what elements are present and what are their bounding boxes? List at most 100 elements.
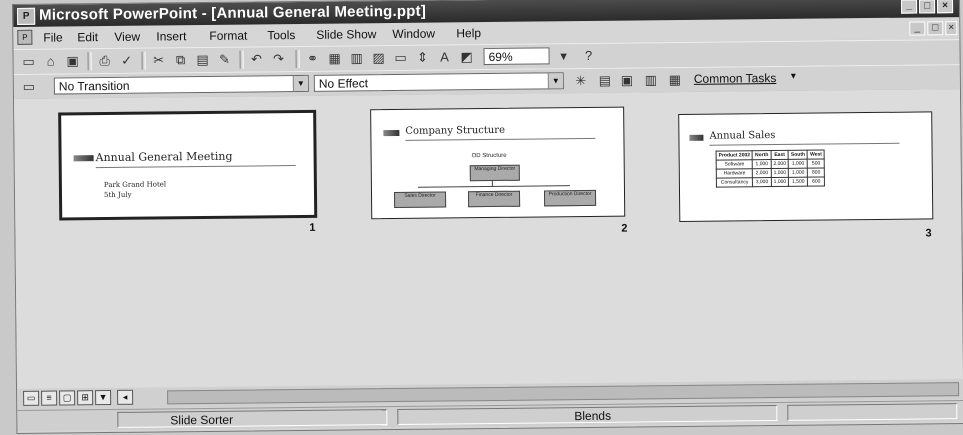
summary-slide-icon[interactable]: ▤ — [596, 72, 614, 89]
table-cell: Product 2002 — [716, 150, 753, 161]
sales-table: Product 2002 North East South West Softw… — [716, 149, 826, 188]
expand-all-icon[interactable]: ⇕ — [413, 49, 431, 66]
table-cell: 500 — [807, 159, 825, 169]
slide-1-line-2: 5th July — [103, 190, 132, 200]
title-rule — [405, 137, 596, 141]
common-tasks-button[interactable]: Common Tasks — [694, 71, 777, 86]
normal-view-icon[interactable]: ▭ — [23, 390, 40, 406]
minimize-icon[interactable]: _ — [901, 0, 918, 14]
hide-slide-icon[interactable]: ▥ — [642, 71, 660, 88]
menu-slide-show[interactable]: Slide Show — [316, 27, 376, 42]
table-cell: Consultancy — [716, 177, 753, 188]
org-connector — [417, 185, 570, 188]
copy-icon[interactable]: ⧉ — [172, 51, 190, 68]
undo-icon[interactable]: ↶ — [248, 50, 266, 67]
slide-1-title: Annual General Meeting — [95, 149, 233, 165]
table-cell: 1,000 — [771, 168, 789, 178]
table-cell: 3,000 — [752, 177, 772, 187]
table-cell: South — [788, 150, 808, 160]
menu-file[interactable]: File — [43, 30, 62, 44]
show-formatting-icon[interactable]: A — [435, 48, 453, 65]
doc-minimize-icon[interactable]: _ — [909, 21, 926, 36]
slide-3-thumbnail[interactable]: Annual Sales Product 2002 North East Sou… — [678, 111, 934, 223]
hyperlink-icon[interactable]: ⚭ — [303, 50, 321, 67]
chevron-down-icon[interactable]: ▾ — [791, 71, 796, 82]
new-slide-icon[interactable]: ▭ — [391, 49, 409, 66]
slide-view-icon[interactable]: ▢ — [59, 390, 76, 406]
toolbar-separator — [87, 52, 92, 71]
slide-1-thumbnail[interactable]: Annual General Meeting Park Grand Hotel … — [58, 109, 318, 221]
table-cell: 600 — [807, 176, 825, 187]
transition-value: No Transition — [58, 78, 130, 94]
redo-icon[interactable]: ↷ — [269, 50, 287, 67]
table-cell: 2,000 — [752, 168, 772, 178]
slide-1-number: 1 — [309, 221, 316, 234]
document-icon[interactable]: P — [17, 29, 33, 45]
table-cell: 1,500 — [788, 177, 808, 187]
cut-icon[interactable]: ✂ — [150, 51, 168, 68]
help-icon[interactable]: ? — [579, 47, 597, 64]
insert-table-icon[interactable]: ▥ — [347, 49, 365, 66]
tables-borders-icon[interactable]: ▦ — [325, 50, 343, 67]
toolbar-separator — [239, 50, 244, 69]
new-icon[interactable]: ▭ — [20, 53, 38, 70]
table-cell: 1,000 — [771, 177, 789, 187]
chevron-down-icon[interactable]: ▼ — [547, 73, 563, 89]
zoom-value: 69% — [488, 49, 513, 65]
menu-window[interactable]: Window — [392, 27, 435, 41]
table-cell: Hardware — [716, 168, 753, 179]
slide-transition-icon[interactable]: ▭ — [20, 78, 38, 95]
title-bullet-graphic — [73, 155, 94, 162]
scroll-left-icon[interactable]: ◂ — [117, 389, 134, 405]
spelling-icon[interactable]: ✓ — [118, 52, 136, 69]
paste-icon[interactable]: ▤ — [194, 51, 212, 68]
slide-2-thumbnail[interactable]: Company Structure OD Structure Managing … — [370, 106, 626, 220]
insert-chart-icon[interactable]: ▨ — [369, 49, 387, 66]
status-design-panel: Blends — [397, 405, 778, 425]
grayscale-icon[interactable]: ◩ — [457, 48, 475, 65]
slide-show-icon[interactable]: ▼ — [95, 389, 112, 406]
table-cell: West — [807, 150, 825, 160]
menu-format[interactable]: Format — [209, 29, 247, 43]
table-cell: North — [752, 150, 771, 160]
doc-close-icon[interactable]: × — [945, 21, 958, 36]
close-icon[interactable]: × — [937, 0, 954, 14]
window-title: Microsoft PowerPoint - [Annual General M… — [39, 2, 427, 24]
menu-view[interactable]: View — [114, 30, 140, 44]
rehearse-timings-icon[interactable]: ▦ — [666, 71, 684, 88]
transition-dropdown[interactable]: No Transition ▼ — [53, 74, 309, 95]
powerpoint-icon[interactable]: P — [17, 7, 36, 25]
application-window: P Microsoft PowerPoint - [Annual General… — [12, 0, 963, 434]
chevron-down-icon[interactable]: ▾ — [554, 47, 572, 64]
title-rule — [709, 142, 900, 146]
menu-insert[interactable]: Insert — [156, 29, 186, 43]
menu-tools[interactable]: Tools — [267, 28, 295, 42]
status-design: Blends — [574, 408, 612, 424]
menu-edit[interactable]: Edit — [77, 30, 98, 44]
save-icon[interactable]: ▣ — [64, 52, 82, 69]
org-box: Sales Director — [393, 191, 447, 209]
format-painter-icon[interactable]: ✎ — [216, 51, 234, 68]
zoom-box[interactable]: 69% — [483, 47, 550, 66]
title-bullet-graphic — [689, 134, 704, 141]
animation-effects-icon[interactable]: ✳ — [572, 72, 590, 89]
org-box-top: Managing Director — [469, 164, 520, 182]
table-cell: 1,000 — [752, 159, 772, 169]
effect-dropdown[interactable]: No Effect ▼ — [313, 72, 564, 92]
speaker-notes-icon[interactable]: ▣ — [618, 71, 636, 88]
menu-help[interactable]: Help — [456, 26, 481, 40]
slide-2-title: Company Structure — [405, 124, 506, 137]
restore-icon[interactable]: □ — [919, 0, 936, 14]
table-cell: 1,000 — [788, 159, 808, 169]
status-extra-panel — [787, 403, 958, 421]
print-icon[interactable]: ⎙ — [96, 52, 114, 69]
open-icon[interactable]: ⌂ — [42, 53, 60, 70]
slide-3-number: 3 — [925, 227, 932, 240]
outline-view-icon[interactable]: ≡ — [41, 390, 58, 406]
table-cell: 800 — [807, 168, 825, 178]
slide-sorter-view-icon[interactable]: ⊞ — [77, 390, 94, 406]
chevron-down-icon[interactable]: ▼ — [292, 75, 308, 92]
status-view-panel: Slide Sorter — [117, 409, 388, 428]
doc-restore-icon[interactable]: □ — [927, 21, 944, 36]
table-row: Consultancy 3,000 1,000 1,500 600 — [716, 176, 825, 188]
